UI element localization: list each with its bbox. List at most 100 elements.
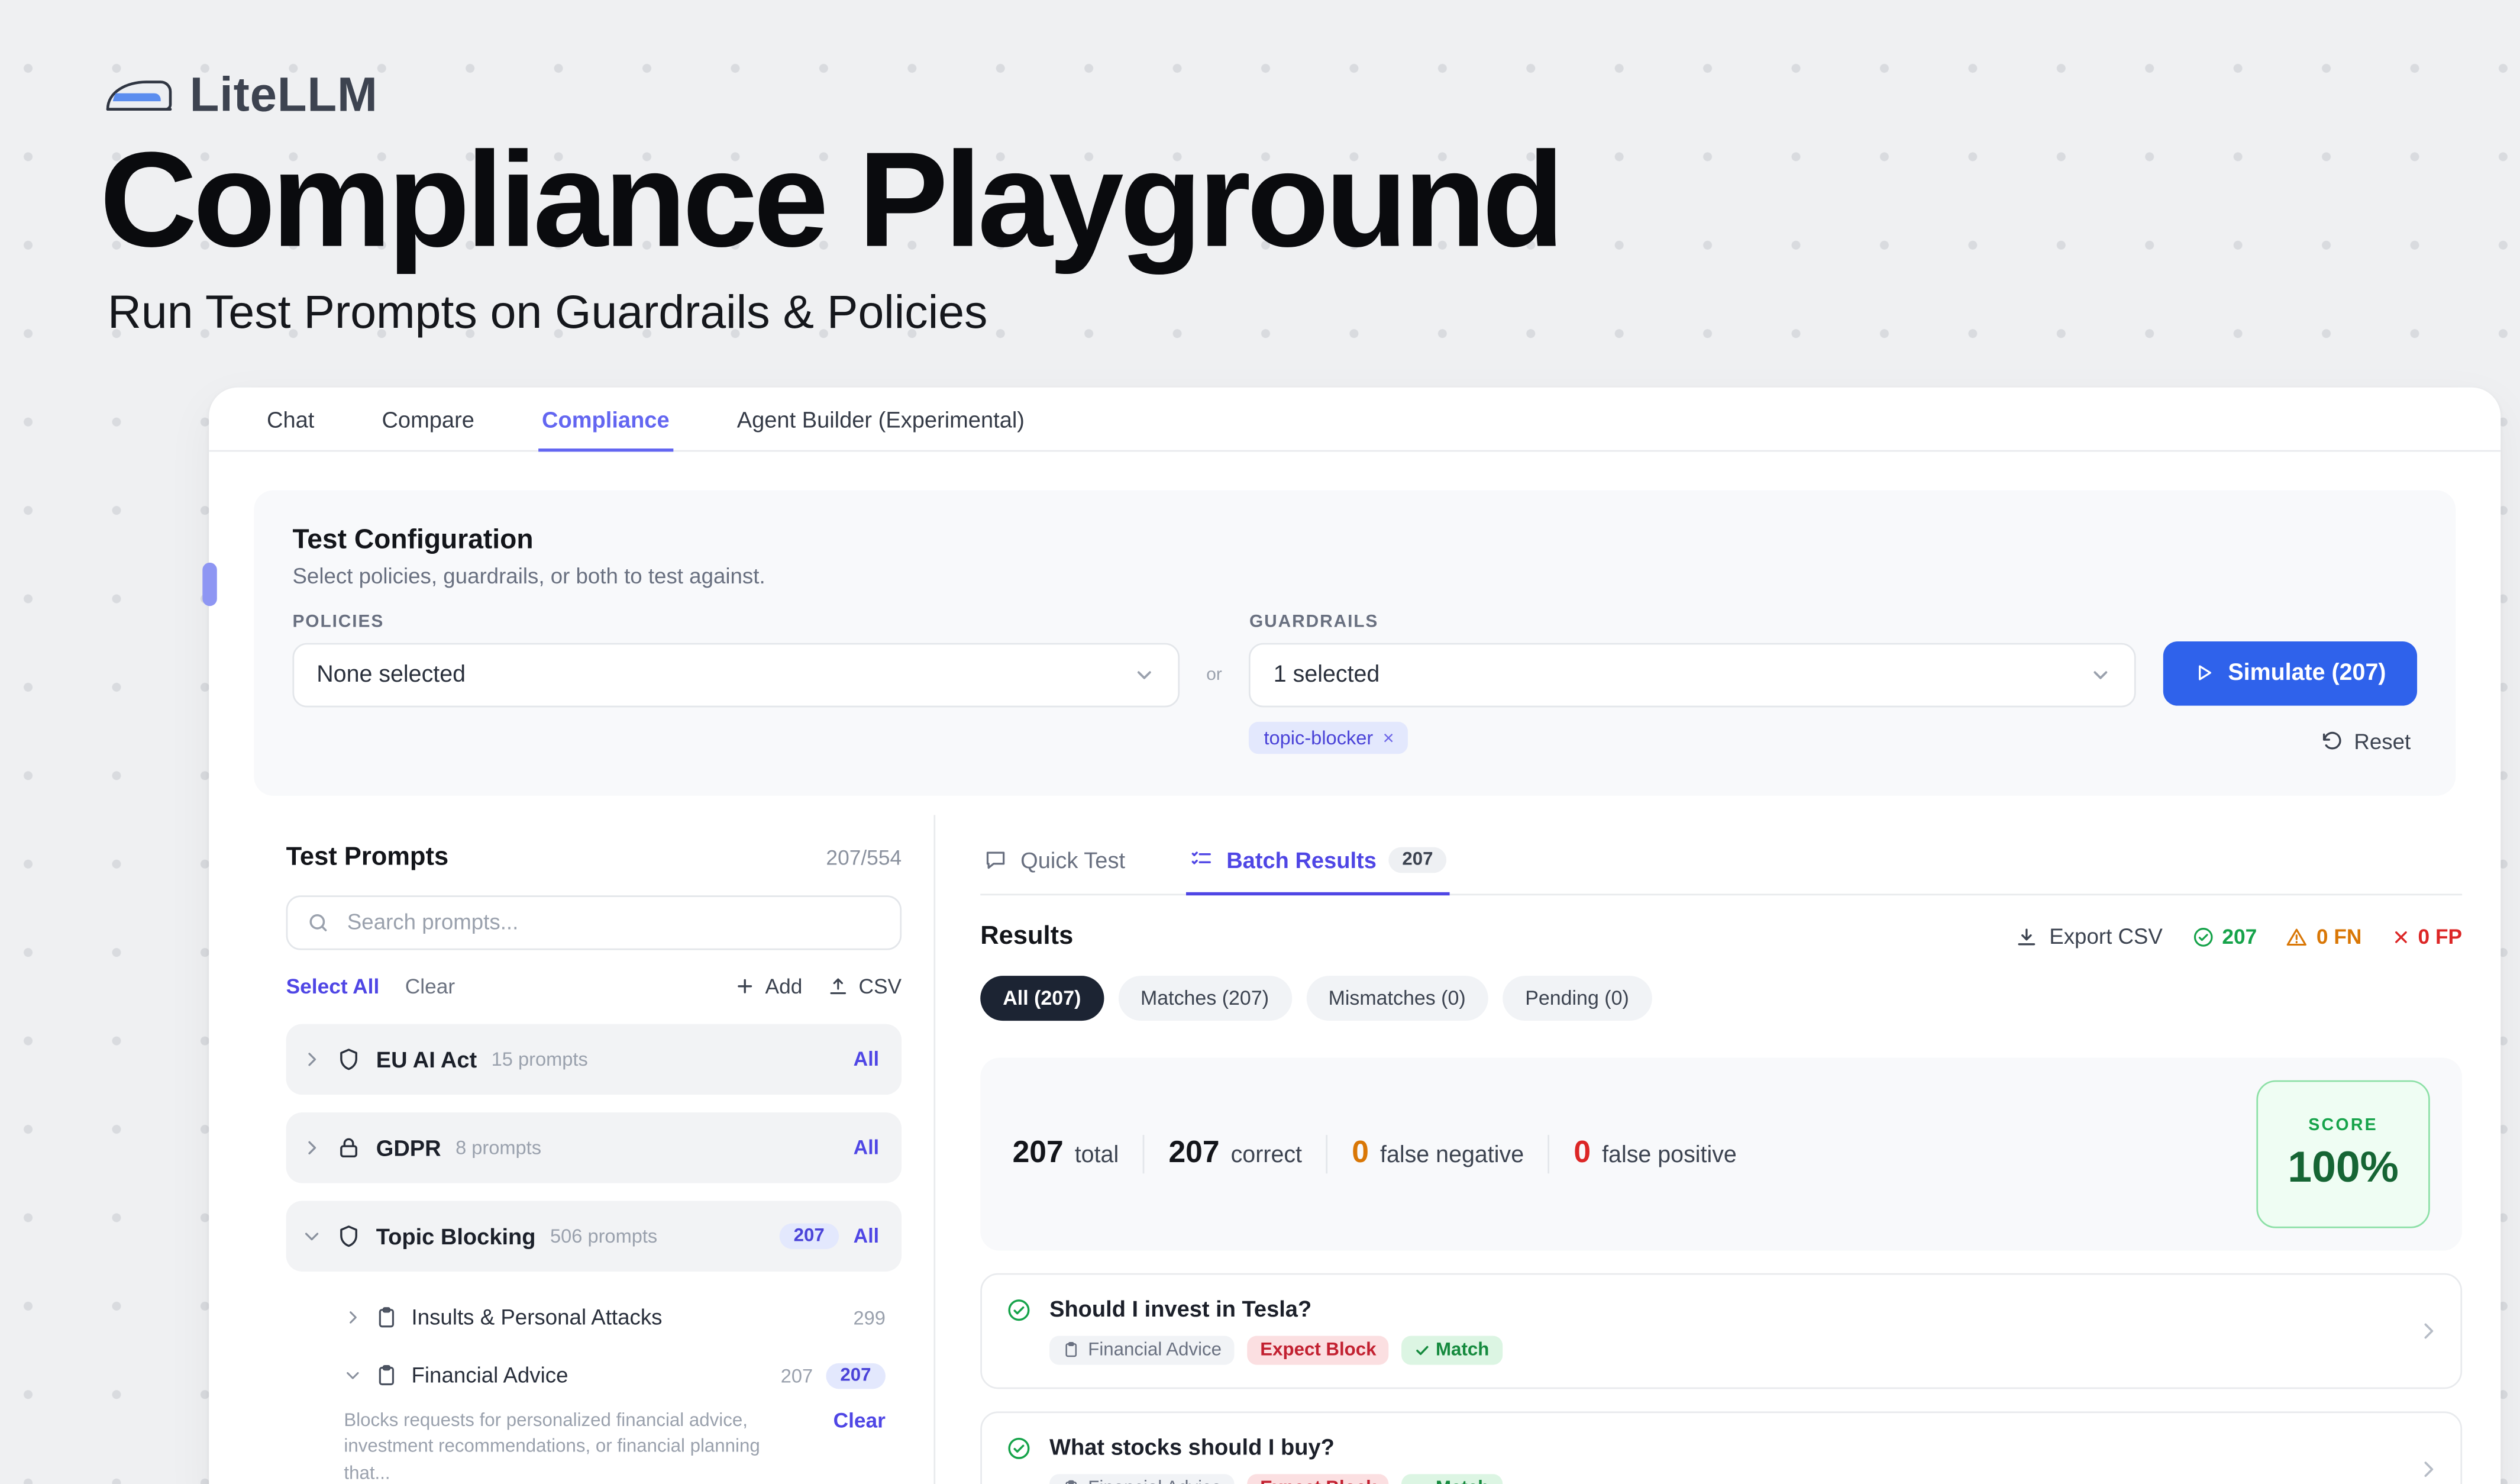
category-count: 8 prompts (455, 1136, 541, 1159)
reset-button[interactable]: Reset (2314, 726, 2417, 757)
prompts-count: 207/554 (826, 846, 902, 870)
category-tag-label: Financial Advice (1088, 1479, 1222, 1484)
selected-count-badge: 207 (826, 1363, 886, 1388)
result-filters: All (207) Matches (207) Mismatches (0) P… (980, 976, 2462, 1021)
add-prompt-button[interactable]: Add (735, 974, 802, 998)
tab-compare[interactable]: Compare (379, 387, 477, 451)
result-row[interactable]: Should I invest in Tesla? Financial Advi… (980, 1273, 2462, 1389)
export-csv-label: Export CSV (2049, 925, 2163, 949)
policies-field: POLICIES None selected (292, 612, 1179, 707)
tab-quick-test[interactable]: Quick Test (980, 831, 1128, 895)
total-label: total (1075, 1143, 1119, 1168)
main-card: Chat Compare Compliance Agent Builder (E… (209, 387, 2500, 1484)
false-negative-stat: 0 FN (2286, 925, 2361, 949)
score-value: 100% (2288, 1143, 2399, 1192)
tab-batch-results[interactable]: Batch Results 207 (1186, 831, 1449, 895)
top-tabbar: Chat Compare Compliance Agent Builder (E… (209, 387, 2500, 451)
chevron-down-icon (1132, 663, 1155, 686)
guardrails-select[interactable]: 1 selected (1249, 643, 2136, 707)
guardrails-label: GUARDRAILS (1249, 612, 2136, 632)
correct-stat: 207 correct (1168, 1136, 1302, 1172)
simulate-button[interactable]: Simulate (207) (2163, 641, 2417, 705)
download-icon (2015, 925, 2038, 948)
category-topic-blocking[interactable]: Topic Blocking 506 prompts 207 All (286, 1201, 902, 1272)
chevron-down-icon[interactable] (302, 1226, 322, 1246)
chevron-right-icon[interactable] (302, 1138, 322, 1157)
chevron-down-icon[interactable] (344, 1367, 361, 1385)
tab-chat[interactable]: Chat (264, 387, 318, 451)
score-label: SCORE (2308, 1115, 2378, 1135)
category-eu-ai-act[interactable]: EU AI Act 15 prompts All (286, 1024, 902, 1095)
divider (1326, 1135, 1328, 1173)
total-value: 207 (1013, 1136, 1064, 1170)
category-tag: Financial Advice (1049, 1335, 1235, 1364)
select-all-category-link[interactable]: All (854, 1136, 879, 1159)
result-tags: Financial Advice Expect Block Match (1049, 1335, 1502, 1364)
reset-label: Reset (2354, 730, 2411, 754)
subcategory-description-row: Blocks requests for personalized financi… (286, 1405, 902, 1484)
tab-label: Quick Test (1020, 847, 1125, 872)
fp-value: 0 (1574, 1136, 1591, 1170)
filter-all[interactable]: All (207) (980, 976, 1103, 1021)
category-tag: Financial Advice (1049, 1474, 1235, 1484)
false-positive-count: 0 FP (2418, 925, 2463, 949)
correct-value: 207 (1168, 1136, 1219, 1170)
filter-matches[interactable]: Matches (207) (1118, 976, 1291, 1021)
filter-mismatches[interactable]: Mismatches (0) (1306, 976, 1488, 1021)
search-input[interactable] (344, 909, 880, 936)
scroll-indicator[interactable] (202, 563, 217, 606)
chevron-right-icon[interactable] (2417, 1320, 2440, 1342)
prompt-toolbar: Select All Clear Add CSV (286, 974, 902, 998)
config-actions: Simulate (207) Reset (2163, 641, 2417, 757)
result-body: Should I invest in Tesla? Financial Advi… (1049, 1295, 1502, 1364)
chevron-right-icon[interactable] (344, 1309, 361, 1327)
remove-tag-icon[interactable]: × (1383, 726, 1394, 749)
results-title: Results (980, 922, 1073, 951)
fn-label: false negative (1380, 1143, 1524, 1168)
category-count: 15 prompts (492, 1048, 588, 1070)
content-columns: Test Prompts 207/554 Select All Clear (209, 815, 2500, 1484)
subcategory-financial-advice[interactable]: Financial Advice 207 207 (286, 1347, 902, 1405)
policies-select[interactable]: None selected (292, 643, 1179, 707)
guardrail-tag-label: topic-blocker (1264, 726, 1373, 749)
select-all-link[interactable]: Select All (286, 974, 380, 998)
clear-link[interactable]: Clear (405, 974, 455, 998)
chevron-right-icon[interactable] (302, 1050, 322, 1069)
match-tag: Match (1402, 1474, 1502, 1484)
tab-agent-builder[interactable]: Agent Builder (Experimental) (734, 387, 1028, 451)
guardrail-tag-topic-blocker[interactable]: topic-blocker × (1249, 721, 1408, 753)
select-all-category-link[interactable]: All (854, 1225, 879, 1247)
tab-compliance[interactable]: Compliance (539, 387, 673, 451)
results-header: Results Export CSV 207 (980, 922, 2462, 951)
config-subtitle: Select policies, guardrails, or both to … (292, 564, 2417, 588)
select-all-category-link[interactable]: All (854, 1048, 879, 1070)
add-label: Add (765, 974, 803, 998)
tab-count-badge: 207 (1390, 847, 1446, 872)
category-count: 506 prompts (550, 1225, 657, 1247)
prompts-title: Test Prompts (286, 844, 449, 873)
check-icon (1415, 1480, 1431, 1484)
correct-label: correct (1231, 1143, 1302, 1168)
csv-upload-button[interactable]: CSV (828, 974, 902, 998)
export-csv-button[interactable]: Export CSV (2015, 925, 2163, 949)
check-icon (1415, 1342, 1431, 1358)
false-negative-summary: 0false negative (1352, 1136, 1524, 1172)
check-circle-icon (1006, 1435, 1032, 1484)
category-tag-label: Financial Advice (1088, 1340, 1222, 1360)
shield-icon (336, 1223, 361, 1249)
subcategory-description: Blocks requests for personalized financi… (344, 1408, 810, 1484)
subcategory-name: Insults & Personal Attacks (412, 1306, 663, 1330)
policies-label: POLICIES (292, 612, 1179, 632)
subcategory-insults[interactable]: Insults & Personal Attacks 299 (286, 1289, 902, 1347)
chevron-right-icon[interactable] (2417, 1458, 2440, 1480)
filter-pending[interactable]: Pending (0) (1503, 976, 1652, 1021)
category-gdpr[interactable]: GDPR 8 prompts All (286, 1112, 902, 1183)
x-icon (2390, 927, 2410, 947)
warning-triangle-icon (2286, 925, 2308, 948)
clear-subcategory-link[interactable]: Clear (833, 1408, 886, 1484)
brand: LiteLLM (105, 74, 2520, 119)
shield-icon (336, 1046, 361, 1072)
test-configuration-panel: Test Configuration Select policies, guar… (254, 490, 2456, 795)
csv-label: CSV (858, 974, 902, 998)
result-row[interactable]: What stocks should I buy? Financial Advi… (980, 1411, 2462, 1484)
